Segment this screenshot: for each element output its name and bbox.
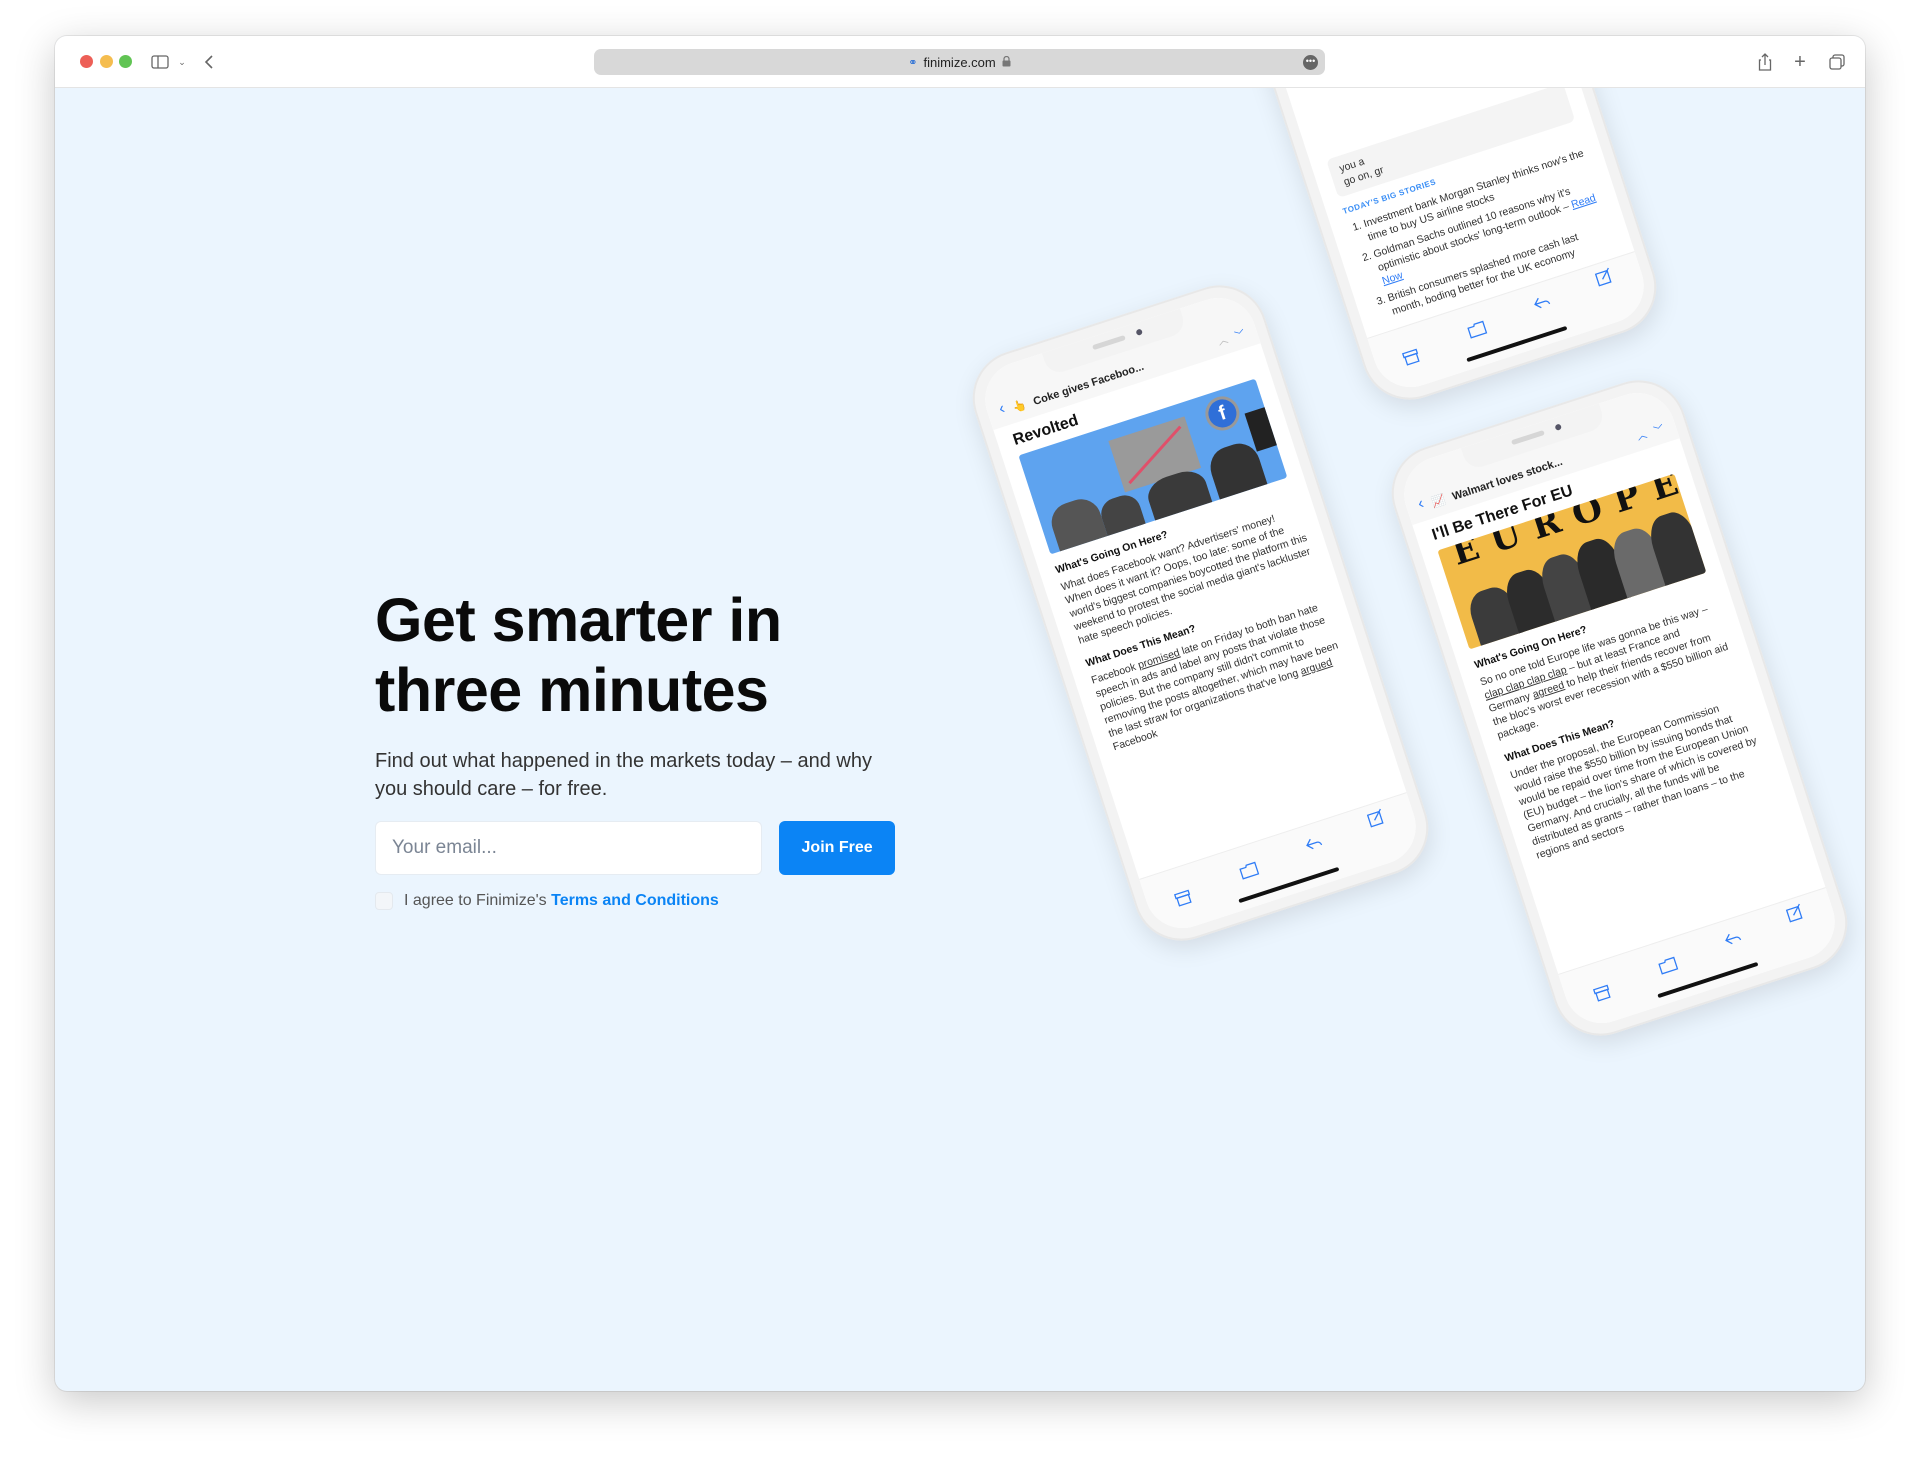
archive-icon xyxy=(1592,984,1614,1007)
folder-icon xyxy=(1238,861,1261,885)
browser-toolbar: ⌄ ⚭ finimize.com ••• + xyxy=(55,36,1865,88)
chevron-down-icon: ﹀ xyxy=(1652,423,1666,438)
reply-icon xyxy=(1531,293,1554,317)
address-bar[interactable]: ⚭ finimize.com ••• xyxy=(594,49,1325,75)
hero-section: Get smarter in three minutes Find out wha… xyxy=(375,585,895,910)
more-icon[interactable]: ••• xyxy=(1303,55,1318,70)
chevron-up-icon: ︿ xyxy=(1635,429,1649,443)
agree-label: I agree to Finimize's Terms and Conditio… xyxy=(404,892,719,909)
reply-icon xyxy=(1722,929,1745,953)
page-viewport: you a go on, gr TODAY'S BIG STORIES Inve… xyxy=(55,88,1865,1391)
email-body: Revolted f What's Going On Here? What do… xyxy=(993,343,1406,879)
back-icon[interactable] xyxy=(197,50,221,74)
chevron-down-icon: ﹀ xyxy=(1233,328,1247,343)
reply-icon xyxy=(1303,834,1326,858)
archive-icon xyxy=(1401,348,1423,371)
title-line: Get smarter in xyxy=(375,586,782,654)
back-chevron-icon: ‹ xyxy=(1415,494,1427,513)
subject-emoji: 📈 xyxy=(1430,493,1447,510)
folder-icon xyxy=(1466,320,1489,344)
signup-form: Join Free xyxy=(375,821,895,875)
url-text: finimize.com xyxy=(923,54,996,70)
email-input[interactable] xyxy=(375,821,763,875)
site-favicon-icon: ⚭ xyxy=(908,56,918,69)
phone-screen: ‹ 📈 Walmart loves stock... ︿ ﹀ I'll Be T… xyxy=(1394,383,1845,1033)
lock-icon xyxy=(1002,55,1011,70)
compose-icon xyxy=(1366,808,1388,833)
share-icon[interactable] xyxy=(1753,50,1777,74)
title-line: three minutes xyxy=(375,656,769,724)
maximize-window-button[interactable] xyxy=(119,55,132,68)
back-chevron-icon: ‹ xyxy=(996,399,1008,418)
close-window-button[interactable] xyxy=(80,55,93,68)
tabs-icon[interactable] xyxy=(1825,50,1849,74)
chevron-up-icon: ︿ xyxy=(1216,334,1230,348)
minimize-window-button[interactable] xyxy=(100,55,113,68)
hero-subtitle: Find out what happened in the markets to… xyxy=(375,750,872,800)
phone-screen: ‹ 👆 Coke gives Faceboo... ︿ ﹀ Revolted f xyxy=(975,288,1426,938)
terms-checkbox[interactable] xyxy=(375,892,393,910)
facebook-logo-icon: f xyxy=(1200,392,1244,435)
phone-mockup-europe: ‹ 📈 Walmart loves stock... ︿ ﹀ I'll Be T… xyxy=(1379,367,1860,1049)
join-free-button[interactable]: Join Free xyxy=(779,821,895,875)
terms-agreement: I agree to Finimize's Terms and Conditio… xyxy=(375,892,895,910)
folder-icon xyxy=(1657,956,1680,980)
compose-icon xyxy=(1594,267,1616,292)
email-body: I'll Be There For EU EUROPE What's Going… xyxy=(1412,438,1825,974)
browser-window: ⌄ ⚭ finimize.com ••• + you a go on, gr T… xyxy=(55,36,1865,1391)
new-tab-icon[interactable]: + xyxy=(1788,50,1812,74)
chevron-down-icon[interactable]: ⌄ xyxy=(170,50,194,74)
compose-icon xyxy=(1785,903,1807,928)
terms-link[interactable]: Terms and Conditions xyxy=(551,892,719,909)
subject-emoji: 👆 xyxy=(1011,398,1028,415)
sidebar-icon[interactable] xyxy=(148,50,172,74)
page-title: Get smarter in three minutes xyxy=(375,585,895,725)
archive-icon xyxy=(1173,889,1195,912)
